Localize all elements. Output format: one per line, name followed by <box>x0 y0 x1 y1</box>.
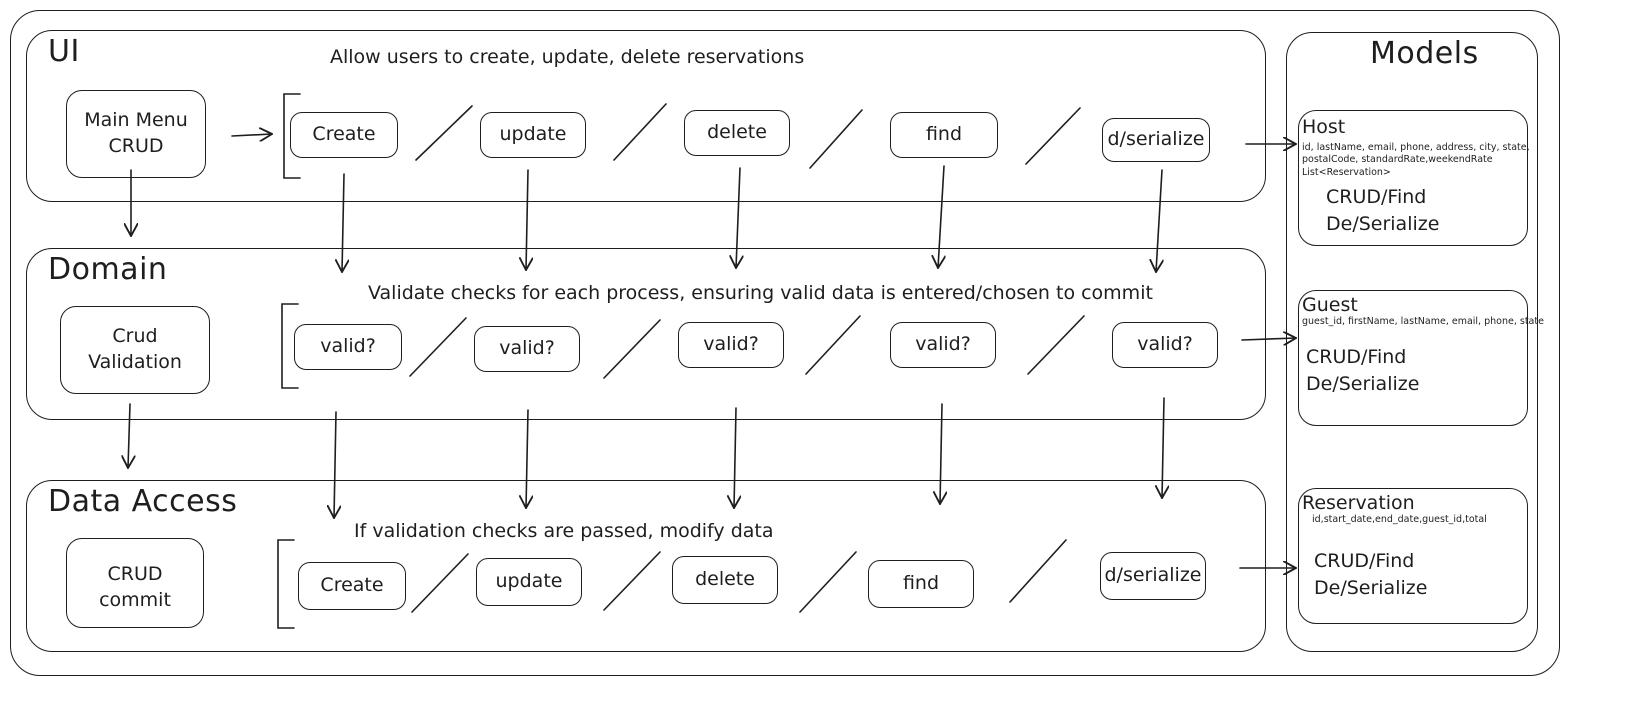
domain-layer-description: Validate checks for each process, ensuri… <box>368 282 1153 304</box>
domain-layer-title: Domain <box>48 252 168 287</box>
domain-op-valid-2[interactable]: valid? <box>474 326 580 372</box>
domain-op-valid-3[interactable]: valid? <box>678 322 784 368</box>
data-access-op-serialize[interactable]: d/serialize <box>1100 552 1206 600</box>
model-host-attr-line-1: id, lastName, email, phone, address, cit… <box>1302 142 1530 153</box>
data-access-layer-description: If validation checks are passed, modify … <box>354 520 774 542</box>
model-guest-name: Guest <box>1302 294 1358 316</box>
ui-main-line-2: CRUD <box>108 135 164 157</box>
domain-op-valid-4[interactable]: valid? <box>890 322 996 368</box>
model-reservation-op-2: De/Serialize <box>1314 576 1428 599</box>
ui-main-line-1: Main Menu <box>84 109 188 132</box>
model-guest-attrs: guest_id, firstName, lastName, email, ph… <box>1302 316 1544 327</box>
ui-op-create[interactable]: Create <box>290 112 398 158</box>
model-guest-ops: CRUD/Find De/Serialize <box>1306 344 1419 397</box>
data-access-main-node[interactable]: CRUD commit <box>66 538 204 628</box>
data-access-op-find[interactable]: find <box>868 560 974 608</box>
data-access-op-create[interactable]: Create <box>298 562 406 610</box>
domain-main-line-1: Crud <box>112 325 158 348</box>
data-access-main-line-1: CRUD <box>107 563 163 586</box>
ui-op-find[interactable]: find <box>890 112 998 158</box>
domain-layer <box>26 248 1266 420</box>
model-host-attrs: id, lastName, email, phone, address, cit… <box>1302 142 1530 179</box>
ui-op-delete[interactable]: delete <box>684 110 790 156</box>
model-host-attr-line-2: postalCode, standardRate,weekendRate <box>1302 154 1493 166</box>
domain-main-node[interactable]: Crud Validation <box>60 306 210 394</box>
data-access-op-update[interactable]: update <box>476 558 582 606</box>
model-reservation-ops: CRUD/Find De/Serialize <box>1314 548 1427 601</box>
model-host-op-2: De/Serialize <box>1326 212 1440 235</box>
ui-main-menu-node[interactable]: Main Menu CRUD <box>66 90 206 178</box>
domain-main-line-2: Validation <box>88 351 182 373</box>
ui-layer-description: Allow users to create, update, delete re… <box>330 46 805 68</box>
model-host-name: Host <box>1302 116 1346 138</box>
data-access-layer-title: Data Access <box>48 484 238 519</box>
model-host-op-1: CRUD/Find <box>1326 186 1427 208</box>
data-access-main-line-2: commit <box>99 589 171 611</box>
domain-op-valid-1[interactable]: valid? <box>294 324 402 370</box>
model-reservation-name: Reservation <box>1302 492 1415 514</box>
model-host-ops: CRUD/Find De/Serialize <box>1326 184 1439 237</box>
ui-layer-title: UI <box>48 34 80 69</box>
ui-op-serialize[interactable]: d/serialize <box>1102 118 1210 162</box>
data-access-op-delete[interactable]: delete <box>672 556 778 604</box>
ui-op-update[interactable]: update <box>480 112 586 158</box>
model-guest-op-2: De/Serialize <box>1306 372 1420 395</box>
model-reservation-attrs: id,start_date,end_date,guest_id,total <box>1312 514 1487 525</box>
domain-op-valid-5[interactable]: valid? <box>1112 322 1218 368</box>
model-host-attr-line-3: List<Reservation> <box>1302 166 1391 178</box>
models-title: Models <box>1370 36 1479 71</box>
model-reservation-op-1: CRUD/Find <box>1314 550 1415 572</box>
model-guest-op-1: CRUD/Find <box>1306 346 1407 368</box>
